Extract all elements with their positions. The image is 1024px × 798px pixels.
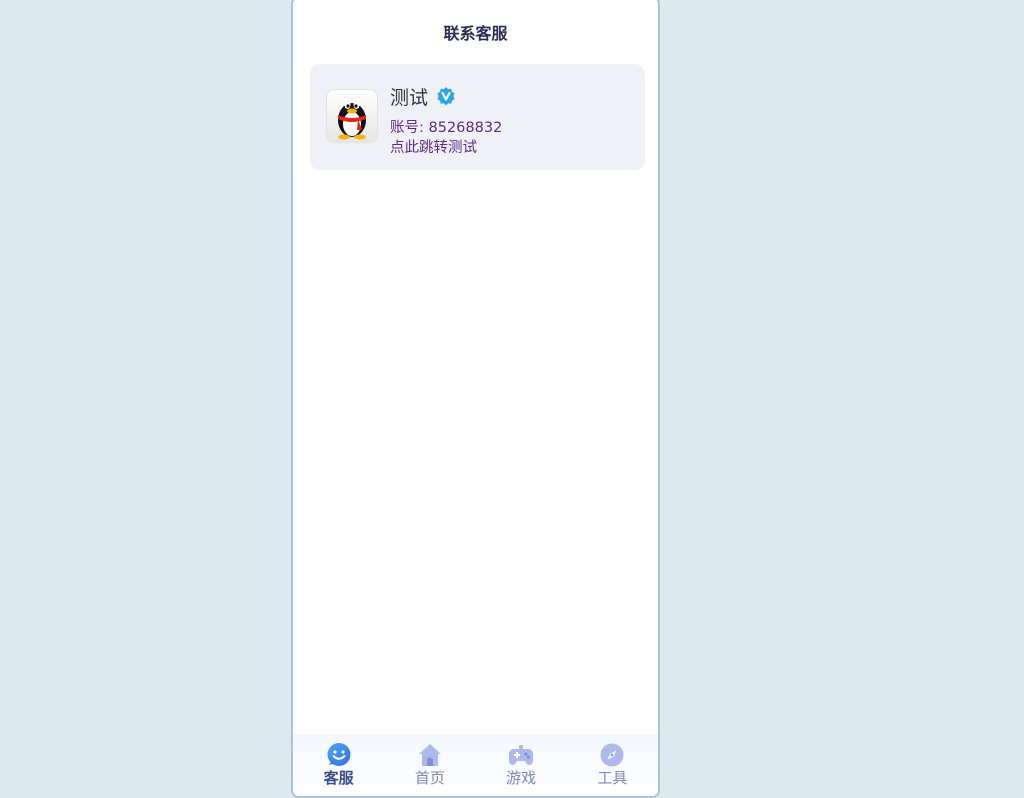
tab-label: 首页 bbox=[414, 769, 445, 787]
page-title: 联系客服 bbox=[443, 24, 508, 43]
home-icon bbox=[417, 742, 443, 768]
phone-frame: 联系客服 测试 账号: 85268832 点此跳转测试 客服 首页 游戏 工具 bbox=[291, 0, 660, 798]
tab-label: 游戏 bbox=[506, 769, 537, 787]
jump-link[interactable]: 点此跳转测试 bbox=[390, 136, 477, 157]
contact-name: 测试 bbox=[390, 86, 429, 109]
tab-tools[interactable]: 工具 bbox=[567, 734, 658, 796]
account-number: 账号: 85268832 bbox=[390, 120, 503, 136]
tab-label: 客服 bbox=[323, 769, 354, 787]
tab-games[interactable]: 游戏 bbox=[476, 734, 567, 796]
contact-name-row: 测试 bbox=[390, 84, 456, 109]
tab-label: 工具 bbox=[597, 769, 628, 787]
gamepad-icon bbox=[508, 742, 534, 768]
contact-card[interactable]: 测试 账号: 85268832 点此跳转测试 bbox=[310, 64, 645, 170]
tab-customer-service[interactable]: 客服 bbox=[293, 734, 384, 796]
compass-icon bbox=[599, 742, 625, 768]
qq-penguin-icon bbox=[327, 90, 377, 142]
tab-bar: 客服 首页 游戏 工具 bbox=[293, 734, 658, 796]
tab-home[interactable]: 首页 bbox=[384, 734, 475, 796]
chat-smile-icon bbox=[326, 742, 352, 768]
verified-v-icon bbox=[436, 86, 456, 106]
